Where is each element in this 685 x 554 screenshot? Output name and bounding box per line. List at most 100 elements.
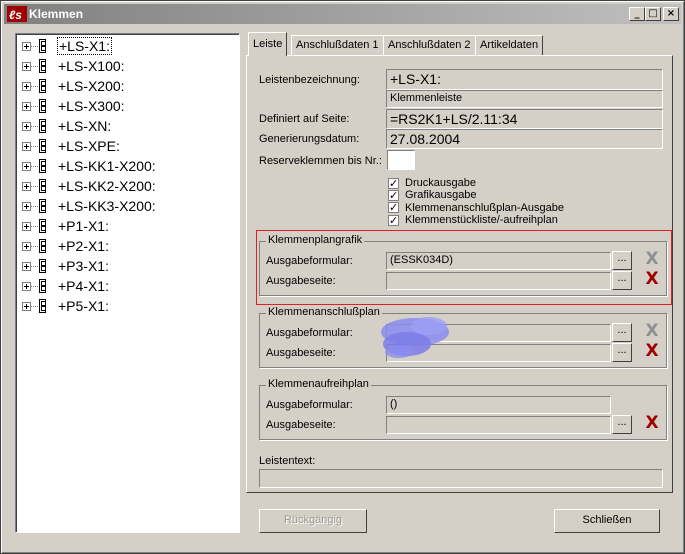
title-bar[interactable]: ℓs Klemmen _ □ × [4,4,681,24]
tree-item[interactable]: +P5-X1: [20,296,235,316]
anschlussplan-seite-browse-button[interactable]: ... [612,343,632,362]
expand-icon[interactable] [22,282,31,291]
close-button[interactable]: × [663,7,679,21]
tab-leiste[interactable]: Leiste [248,32,288,56]
tree-item-label: +P1-X1: [58,218,109,234]
expand-icon[interactable] [22,182,31,191]
tree-item[interactable]: +LS-XPE: [20,136,235,156]
tree-item-label: +LS-KK3-X200: [58,198,156,214]
anschlussplan-seite-delete-icon[interactable]: X [642,343,662,362]
tree-item-label: +LS-X200: [58,78,125,94]
expand-icon[interactable] [22,202,31,211]
klemmenanschlussplan-title: Klemmenanschlußplan [266,306,382,318]
minimize-button[interactable]: _ [629,7,645,21]
klemmenstueckliste-checkbox[interactable]: ✓ [388,215,399,226]
leistenbezeichnung-field[interactable]: +LS-X1: [386,69,663,90]
tree-item[interactable]: +LS-X1: [20,36,235,56]
tree-item-label: +LS-X100: [58,58,125,74]
druckausgabe-label: Druckausgabe [405,177,476,189]
klemmenanschlussplan-ausgabe-checkbox[interactable]: ✓ [388,202,399,213]
leistenbezeichnung-label: Leistenbezeichnung: [259,74,360,86]
tree-connector [31,106,38,107]
tree-connector [31,246,38,247]
highlight-annotation [256,230,672,305]
reserveklemmen-input[interactable] [387,150,415,170]
aufreihplan-formular-field: () [386,396,611,414]
tree-item[interactable]: +P3-X1: [20,256,235,276]
aufreihplan-seite-field [386,416,611,434]
tree-connector [31,146,38,147]
terminal-strip-icon [39,159,46,173]
definiert-label: Definiert auf Seite: [259,113,350,125]
schliessen-button[interactable]: Schließen [554,509,660,533]
tree-item[interactable]: +P1-X1: [20,216,235,236]
tree-item[interactable]: +LS-X200: [20,76,235,96]
expand-icon[interactable] [22,102,31,111]
anschlussplan-formular-browse-button[interactable]: ... [612,323,632,342]
terminal-strip-icon [39,299,46,313]
tree-item-label: +LS-KK1-X200: [58,158,156,174]
maximize-button[interactable]: □ [645,7,661,21]
klemmenaufreihplan-title: Klemmenaufreihplan [266,378,371,390]
expand-icon[interactable] [22,42,31,51]
tree-item[interactable]: +LS-KK3-X200: [20,196,235,216]
klemmenstueckliste-label: Klemmenstückliste/-aufreihplan [405,214,558,226]
grafikausgabe-label: Grafikausgabe [405,189,477,201]
expand-icon[interactable] [22,82,31,91]
expand-icon[interactable] [22,262,31,271]
terminal-strip-icon [39,279,46,293]
tree-item-label: +P5-X1: [58,298,109,314]
tree-connector [31,86,38,87]
tree-connector [31,306,38,307]
anschlussplan-formular-label: Ausgabeformular: [266,327,353,339]
expand-icon[interactable] [22,302,31,311]
tree-connector [31,186,38,187]
expand-icon[interactable] [22,142,31,151]
leistentext-label: Leistentext: [259,455,316,467]
terminal-strip-icon [39,139,46,153]
aufreihplan-seite-delete-icon[interactable]: X [642,415,662,434]
expand-icon[interactable] [22,122,31,131]
terminal-strip-tree[interactable]: +LS-X1: +LS-X100: +LS-X200: +LS-X300: +L… [15,33,240,533]
tab-anschlussdaten-1[interactable]: Anschlußdaten 1 [291,35,384,55]
anschlussplan-formular-delete-icon[interactable]: X [642,323,662,342]
tree-item[interactable]: +LS-X100: [20,56,235,76]
tab-anschlussdaten-2[interactable]: Anschlußdaten 2 [383,35,476,55]
tree-item[interactable]: +P4-X1: [20,276,235,296]
aufreihplan-seite-browse-button[interactable]: ... [612,415,632,434]
tree-connector [31,286,38,287]
tree-item-label: +P2-X1: [58,238,109,254]
tree-connector [31,46,38,47]
tree-item[interactable]: +LS-KK2-X200: [20,176,235,196]
leistentext-field[interactable] [259,469,663,488]
tree-item-label: +LS-X1: [57,37,112,55]
expand-icon[interactable] [22,222,31,231]
terminal-strip-icon [39,99,46,113]
tree-connector [31,166,38,167]
expand-icon[interactable] [22,62,31,71]
tree-item-label: +LS-KK2-X200: [58,178,156,194]
tree-item[interactable]: +LS-X300: [20,96,235,116]
terminal-strip-icon [39,59,46,73]
tree-item-label: +LS-XN: [58,118,112,134]
terminal-strip-icon [39,259,46,273]
tree-item[interactable]: +P2-X1: [20,236,235,256]
tree-item-label: +P4-X1: [58,278,109,294]
window-title: Klemmen [29,7,84,21]
rueckgaengig-button[interactable]: Rückgängig [259,509,367,533]
tree-connector [31,226,38,227]
tree-item[interactable]: +LS-XN: [20,116,235,136]
terminal-strip-icon [39,79,46,93]
expand-icon[interactable] [22,162,31,171]
tree-item-label: +P3-X1: [58,258,109,274]
anschlussplan-seite-label: Ausgabeseite: [266,347,336,359]
svg-text:ℓs: ℓs [9,8,22,22]
tab-artikeldaten[interactable]: Artikeldaten [475,35,544,55]
tree-item[interactable]: +LS-KK1-X200: [20,156,235,176]
expand-icon[interactable] [22,242,31,251]
druckausgabe-checkbox[interactable]: ✓ [388,178,399,189]
app-logo-icon: ℓs [7,6,27,22]
klemmen-window: ℓs Klemmen _ □ × +LS-X1: +LS-X100: +LS-X… [0,0,685,554]
terminal-strip-icon [39,179,46,193]
grafikausgabe-checkbox[interactable]: ✓ [388,190,399,201]
